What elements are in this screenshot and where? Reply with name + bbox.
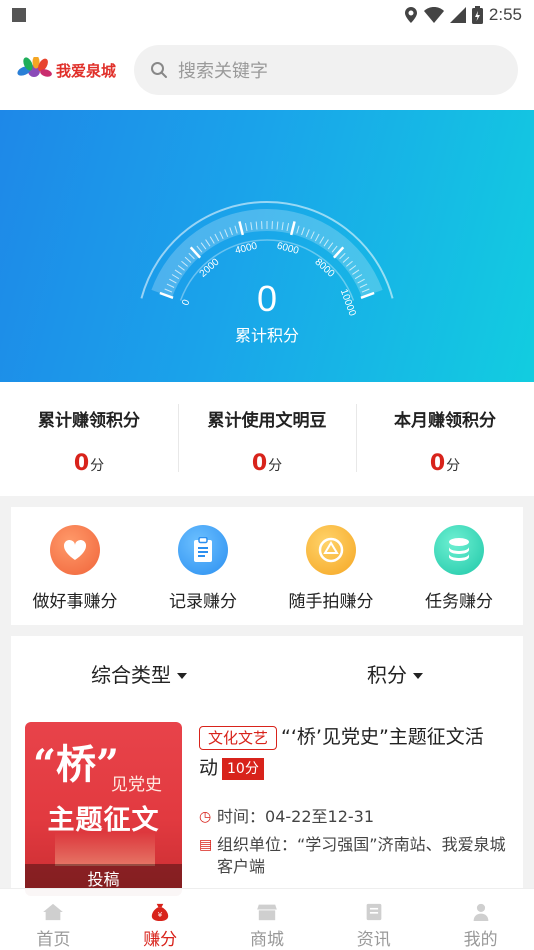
- points-gauge-banner: 0 2000 4000 6000 8000 10000 0 累计积分: [0, 110, 534, 382]
- signal-icon: [449, 7, 466, 23]
- filter-type-dropdown[interactable]: 综合类型: [11, 659, 267, 688]
- stat-unit: 分: [268, 458, 283, 474]
- camera-shutter-icon: [306, 525, 356, 575]
- user-icon: [473, 903, 488, 921]
- activity-title[interactable]: 文化文艺 “‘桥’见党史”主题征文活动 10分: [199, 722, 509, 784]
- city-skyline-graphic: [55, 832, 155, 866]
- gauge-label: 累计积分: [234, 326, 299, 345]
- activity-time: ◷ 时间： 04-22至12-31: [199, 806, 509, 828]
- activity-info: 文化文艺 “‘桥’见党史”主题征文活动 10分 ◷ 时间： 04-22至12-31 ▤…: [199, 722, 509, 878]
- activity-card[interactable]: “桥” 见党史 主题征文 投稿 文化文艺 “‘桥’见党史”主题征文活动 10分 ◷ …: [25, 722, 515, 896]
- action-record[interactable]: 记录赚分: [139, 507, 267, 625]
- stat-value: 0: [429, 451, 446, 476]
- shop-icon: [257, 904, 277, 921]
- activity-title-line2: 动: [199, 757, 219, 779]
- status-bar: 2:55: [0, 0, 534, 30]
- app-header: 我爱泉城 搜索关键字: [0, 30, 534, 110]
- stat-value: 0: [251, 451, 268, 476]
- nav-shop[interactable]: 商城: [214, 889, 321, 950]
- building-icon: ▤: [199, 837, 213, 853]
- stat-value: 0: [73, 451, 90, 476]
- nav-news[interactable]: 资讯: [320, 889, 427, 950]
- activity-organizer: ▤ 组织单位：“学习强国”济南站、我爱泉城客户端: [199, 834, 509, 878]
- logo-icon: [17, 57, 52, 77]
- filter-points-label: 积分: [367, 662, 407, 687]
- list-filters: 综合类型 积分: [11, 636, 523, 710]
- home-icon: [43, 903, 64, 921]
- nav-label: 赚分: [143, 930, 178, 950]
- action-label: 做好事赚分: [32, 592, 118, 612]
- heart-icon: [50, 525, 100, 575]
- stat-value-row: 0分: [356, 451, 534, 476]
- search-placeholder: 搜索关键字: [178, 61, 268, 82]
- svg-text:¥: ¥: [158, 910, 163, 919]
- stat-unit: 分: [90, 458, 105, 474]
- time-value: 04-22至12-31: [265, 807, 375, 826]
- stat-value-row: 0分: [0, 451, 178, 476]
- activity-list: 综合类型 积分 “桥” 见党史 主题征文 投稿 文化文艺 “‘桥’见党史”主题征文…: [11, 636, 523, 896]
- time-label: 时间：: [217, 807, 266, 826]
- wifi-icon: [423, 7, 444, 23]
- nav-profile[interactable]: 我的: [427, 889, 534, 950]
- action-label: 记录赚分: [169, 592, 237, 612]
- stat-label: 本月赚领积分: [394, 411, 496, 431]
- location-icon: [404, 7, 417, 23]
- status-icons: 2:55: [404, 5, 522, 25]
- app-logo[interactable]: 我爱泉城: [16, 57, 128, 83]
- notification-icon: [12, 8, 26, 22]
- stat-label: 累计使用文明豆: [207, 411, 327, 431]
- stack-icon: [434, 525, 484, 575]
- action-label: 随手拍赚分: [288, 592, 374, 612]
- activity-thumbnail[interactable]: “桥” 见党史 主题征文 投稿: [25, 722, 182, 896]
- search-icon: [151, 62, 167, 78]
- caret-down-icon: [177, 673, 187, 679]
- org-label: 组织单位：: [217, 835, 298, 854]
- news-icon: [366, 903, 382, 921]
- clipboard-icon: [178, 525, 228, 575]
- search-bar[interactable]: 搜索关键字: [134, 45, 518, 95]
- organizer-text: 组织单位：“学习强国”济南站、我爱泉城客户端: [217, 834, 509, 878]
- points-summary: 累计赚领积分 0分 累计使用文明豆 0分 本月赚领积分 0分: [0, 382, 534, 496]
- thumb-subtitle: 见党史: [111, 775, 162, 795]
- stat-total-earned[interactable]: 累计赚领积分 0分: [0, 382, 178, 496]
- action-good-deed[interactable]: 做好事赚分: [11, 507, 139, 625]
- nav-label: 资讯: [356, 930, 391, 950]
- app-screen: 2:55 我爱泉城 搜索关键字 0 2000 4000 6000 8000 10000: [0, 0, 534, 950]
- filter-points-dropdown[interactable]: 积分: [267, 659, 523, 688]
- action-task[interactable]: 任务赚分: [395, 507, 523, 625]
- stat-label: 累计赚领积分: [38, 411, 140, 431]
- filter-type-label: 综合类型: [91, 662, 171, 687]
- stat-total-used[interactable]: 累计使用文明豆 0分: [178, 382, 356, 496]
- nav-label: 首页: [36, 930, 71, 950]
- nav-earn[interactable]: ¥ 赚分: [107, 889, 214, 950]
- thumb-quote: “桥”: [33, 741, 120, 788]
- caret-down-icon: [413, 673, 423, 679]
- activity-title-line1: “‘桥’见党史”主题征文活: [281, 726, 484, 748]
- clock: 2:55: [488, 5, 522, 24]
- points-badge: 10分: [222, 757, 264, 780]
- earn-actions: 做好事赚分 记录赚分 随手拍赚分 任务赚分: [11, 507, 523, 625]
- nav-home[interactable]: 首页: [0, 889, 107, 950]
- stat-month-earned[interactable]: 本月赚领积分 0分: [356, 382, 534, 496]
- nav-label: 我的: [463, 930, 498, 950]
- bottom-navigation: 首页 ¥ 赚分 商城 资讯 我的: [0, 888, 534, 950]
- logo-text: 我爱泉城: [56, 61, 117, 80]
- nav-label: 商城: [249, 930, 284, 950]
- action-snapshot[interactable]: 随手拍赚分: [267, 507, 395, 625]
- clock-icon: ◷: [199, 809, 212, 825]
- stat-unit: 分: [446, 458, 461, 474]
- money-bag-icon: ¥: [152, 903, 169, 921]
- action-label: 任务赚分: [425, 592, 493, 612]
- stat-value-row: 0分: [178, 451, 356, 476]
- battery-icon: [471, 6, 483, 24]
- gauge-value: 0: [256, 278, 278, 319]
- category-tag: 文化文艺: [199, 726, 278, 750]
